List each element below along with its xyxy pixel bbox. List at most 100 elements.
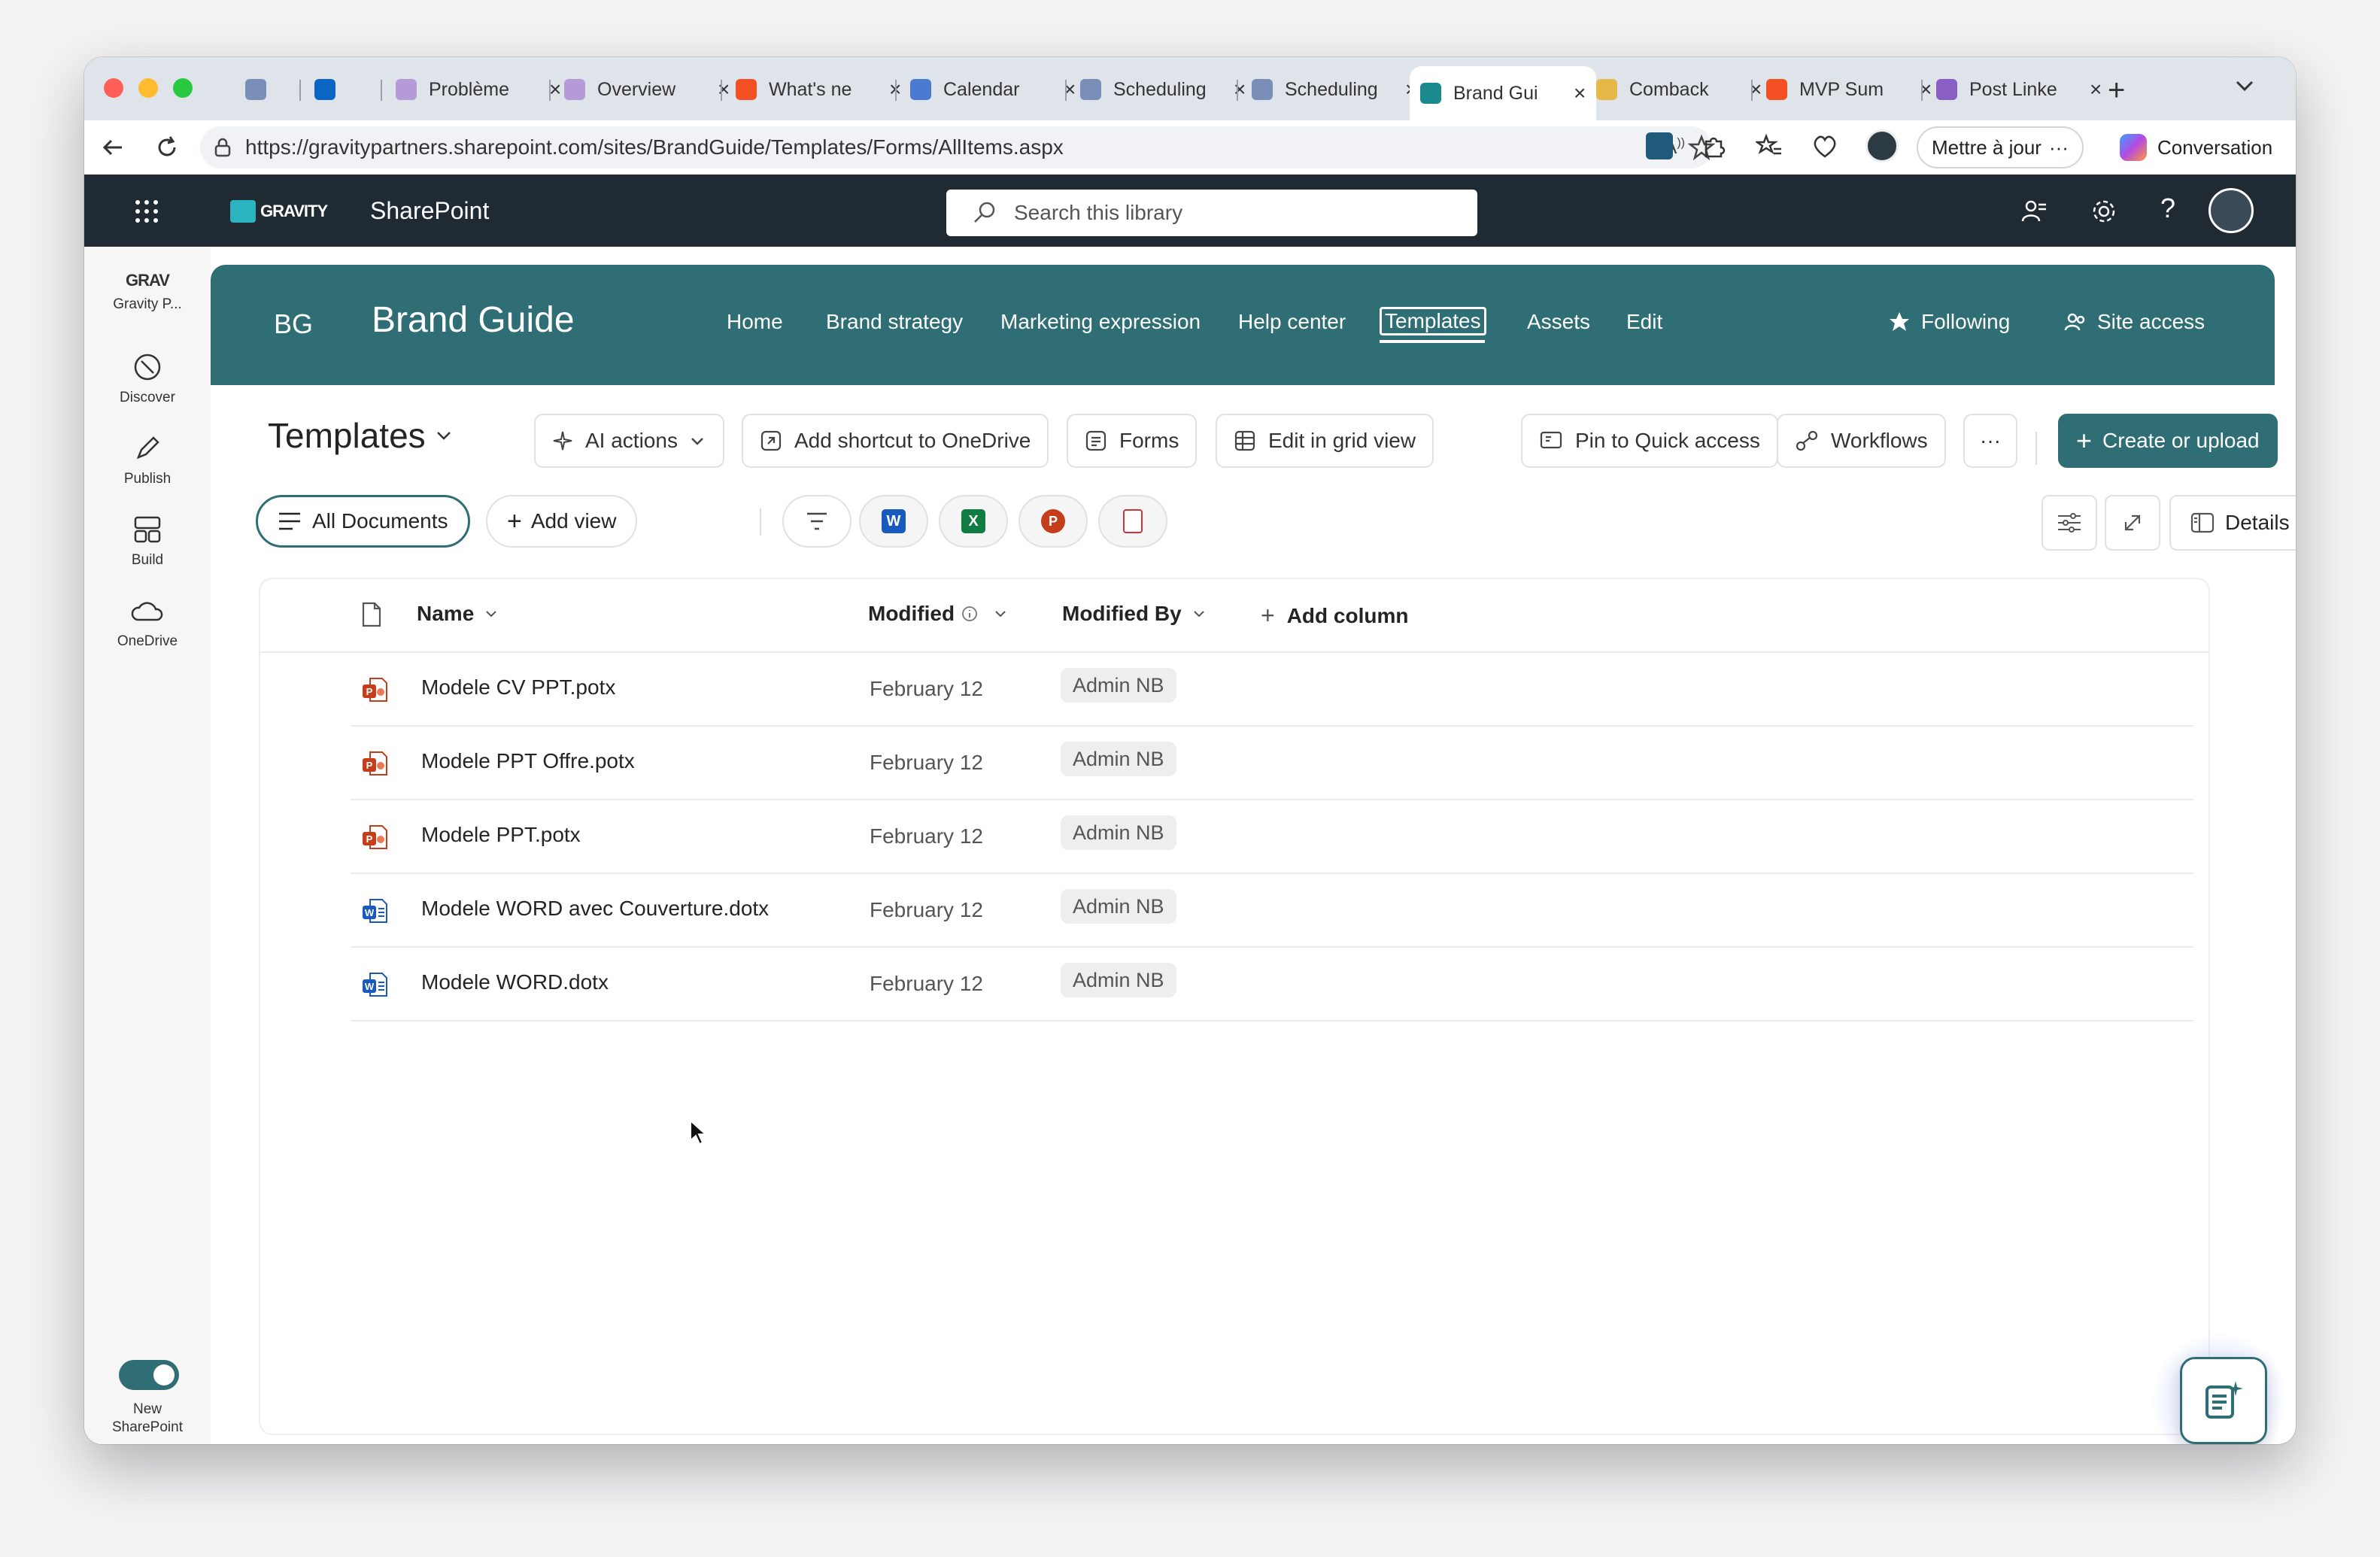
new-sharepoint-toggle[interactable] xyxy=(119,1360,179,1390)
new-tab-icon[interactable]: + xyxy=(2108,74,2125,108)
file-type-header-icon[interactable] xyxy=(361,602,382,627)
close-tab-icon[interactable]: × xyxy=(1574,81,1586,105)
table-row[interactable]: P Modele CV PPT.potx February 12 Admin NB xyxy=(351,653,2193,727)
cloud-icon xyxy=(84,596,211,626)
file-name-link[interactable]: Modele CV PPT.potx xyxy=(421,675,615,700)
minimize-window-button[interactable] xyxy=(138,78,158,98)
filter-button[interactable] xyxy=(782,495,852,548)
app-launcher-icon[interactable] xyxy=(134,199,159,224)
site-access-button[interactable]: Site access xyxy=(2064,310,2205,334)
following-button[interactable]: Following xyxy=(1888,310,2010,334)
extension-icon[interactable] xyxy=(1646,132,1673,159)
extensions-puzzle-icon[interactable] xyxy=(1700,132,1727,159)
add-shortcut-button[interactable]: Add shortcut to OneDrive xyxy=(742,414,1049,468)
profile-avatar[interactable] xyxy=(1865,129,1899,162)
modified-by-badge[interactable]: Admin NB xyxy=(1061,742,1176,776)
close-window-button[interactable] xyxy=(104,78,123,98)
expand-button[interactable] xyxy=(2105,495,2160,551)
org-logo[interactable]: GRAVITY xyxy=(230,200,328,223)
rail-item-discover[interactable]: Discover xyxy=(84,352,211,406)
file-name-link[interactable]: Modele WORD.dotx xyxy=(421,970,609,994)
rail-item-publish[interactable]: Publish xyxy=(84,433,211,487)
left-rail: GRAV Gravity P... Discover Publish Build xyxy=(84,247,211,1444)
favorites-icon[interactable] xyxy=(1756,132,1783,159)
modified-by-badge[interactable]: Admin NB xyxy=(1061,889,1176,924)
search-placeholder: Search this library xyxy=(1014,201,1183,224)
table-row[interactable]: W Modele WORD avec Couverture.dotx Februar… xyxy=(351,874,2193,948)
modified-by-badge[interactable]: Admin NB xyxy=(1061,963,1176,997)
file-name-link[interactable]: Modele PPT.potx xyxy=(421,823,581,847)
gear-icon[interactable] xyxy=(2090,197,2118,226)
add-column-button[interactable]: + Add column xyxy=(1261,602,1408,630)
table-row[interactable]: P Modele PPT Offre.potx February 12 Admin N… xyxy=(351,727,2193,800)
browser-tab[interactable]: Overview × xyxy=(554,66,740,113)
table-row[interactable]: P Modele PPT.potx February 12 Admin NB xyxy=(351,800,2193,874)
people-icon[interactable] xyxy=(2020,197,2049,226)
edit-grid-view-button[interactable]: Edit in grid view xyxy=(1216,414,1434,468)
file-name-link[interactable]: Modele PPT Offre.potx xyxy=(421,749,635,773)
filter-word-button[interactable]: W xyxy=(859,495,928,548)
reload-icon[interactable] xyxy=(153,134,181,161)
modified-by-badge[interactable]: Admin NB xyxy=(1061,815,1176,850)
forms-button[interactable]: Forms xyxy=(1067,414,1198,468)
site-nav-home[interactable]: Home xyxy=(727,310,783,334)
workflows-button[interactable]: Workflows xyxy=(1777,414,1946,468)
site-nav-brand-strategy[interactable]: Brand strategy xyxy=(826,310,963,334)
pin-quick-access-button[interactable]: Pin to Quick access xyxy=(1521,414,1778,468)
help-icon[interactable]: ? xyxy=(2160,193,2175,224)
browser-tab[interactable]: Scheduling× xyxy=(1070,66,1256,113)
file-name-link[interactable]: Modele WORD avec Couverture.dotx xyxy=(421,897,769,921)
user-avatar[interactable] xyxy=(2208,188,2254,233)
search-input[interactable]: Search this library xyxy=(946,190,1477,236)
browser-tab[interactable]: Post Linke × xyxy=(1926,66,2112,113)
close-tab-icon[interactable]: × xyxy=(2090,77,2102,102)
tab-list-chevron-icon[interactable] xyxy=(2233,74,2257,98)
browser-tab[interactable]: Brand Gui × xyxy=(1410,66,1597,120)
browser-tab[interactable]: Problème × xyxy=(385,66,572,113)
browser-tab[interactable] xyxy=(235,66,289,113)
create-upload-button[interactable]: + Create or upload xyxy=(2058,414,2278,468)
all-documents-view-button[interactable]: All Documents xyxy=(256,495,470,548)
rail-item-build[interactable]: Build xyxy=(84,514,211,569)
rail-item-gravity[interactable]: GRAV Gravity P... xyxy=(84,271,211,313)
maximize-window-button[interactable] xyxy=(173,78,193,98)
site-initials[interactable]: BG xyxy=(274,308,313,340)
filter-excel-button[interactable]: X xyxy=(939,495,1008,548)
site-nav-help-center[interactable]: Help center xyxy=(1238,310,1346,334)
browser-essentials-icon[interactable] xyxy=(1811,132,1838,159)
app-name[interactable]: SharePoint xyxy=(370,197,489,225)
ai-actions-button[interactable]: AI actions xyxy=(534,414,724,468)
back-arrow-icon[interactable] xyxy=(99,134,126,161)
add-view-button[interactable]: + Add view xyxy=(486,495,638,548)
rail-item-onedrive[interactable]: OneDrive xyxy=(84,596,211,650)
filter-powerpoint-button[interactable]: P xyxy=(1018,495,1088,548)
filter-pdf-button[interactable] xyxy=(1098,495,1167,548)
browser-tab[interactable]: Scheduling× xyxy=(1241,66,1428,113)
browser-tab[interactable] xyxy=(304,66,358,113)
plus-icon: + xyxy=(1261,602,1275,629)
browser-tab[interactable]: MVP Sum × xyxy=(1756,66,1942,113)
copilot-conversation-button[interactable]: Conversation xyxy=(2106,126,2287,168)
site-nav-marketing-expression[interactable]: Marketing expression xyxy=(1000,310,1201,334)
more-options-button[interactable]: ··· xyxy=(1963,414,2017,468)
site-nav-edit[interactable]: Edit xyxy=(1626,310,1662,334)
site-title[interactable]: Brand Guide xyxy=(372,299,575,341)
update-button[interactable]: Mettre à jour ··· xyxy=(1917,126,2084,168)
column-header-modified[interactable]: Modified xyxy=(868,602,1009,626)
details-button[interactable]: Details xyxy=(2169,495,2296,551)
browser-tab[interactable]: Calendar × xyxy=(900,66,1086,113)
library-title[interactable]: Templates xyxy=(268,415,454,456)
view-options-button[interactable] xyxy=(2042,495,2097,551)
copilot-notes-button[interactable] xyxy=(2180,1357,2267,1444)
column-header-name[interactable]: Name xyxy=(417,602,499,626)
modified-by-badge[interactable]: Admin NB xyxy=(1061,668,1176,703)
sharepoint-suite-bar: GRAVITY SharePoint Search this library ? xyxy=(84,175,2296,247)
site-nav-assets[interactable]: Assets xyxy=(1527,310,1590,334)
browser-tab[interactable]: Comback × xyxy=(1586,66,1772,113)
site-nav-templates[interactable]: Templates xyxy=(1380,307,1486,335)
column-header-modified-by[interactable]: Modified By xyxy=(1062,602,1207,626)
browser-tab[interactable]: What's ne× xyxy=(725,66,912,113)
site-info-icon[interactable] xyxy=(212,137,233,158)
table-row[interactable]: W Modele WORD.dotx February 12 Admin NB xyxy=(351,948,2193,1021)
url-field[interactable]: https://gravitypartners.sharepoint.com/s… xyxy=(200,126,1715,168)
